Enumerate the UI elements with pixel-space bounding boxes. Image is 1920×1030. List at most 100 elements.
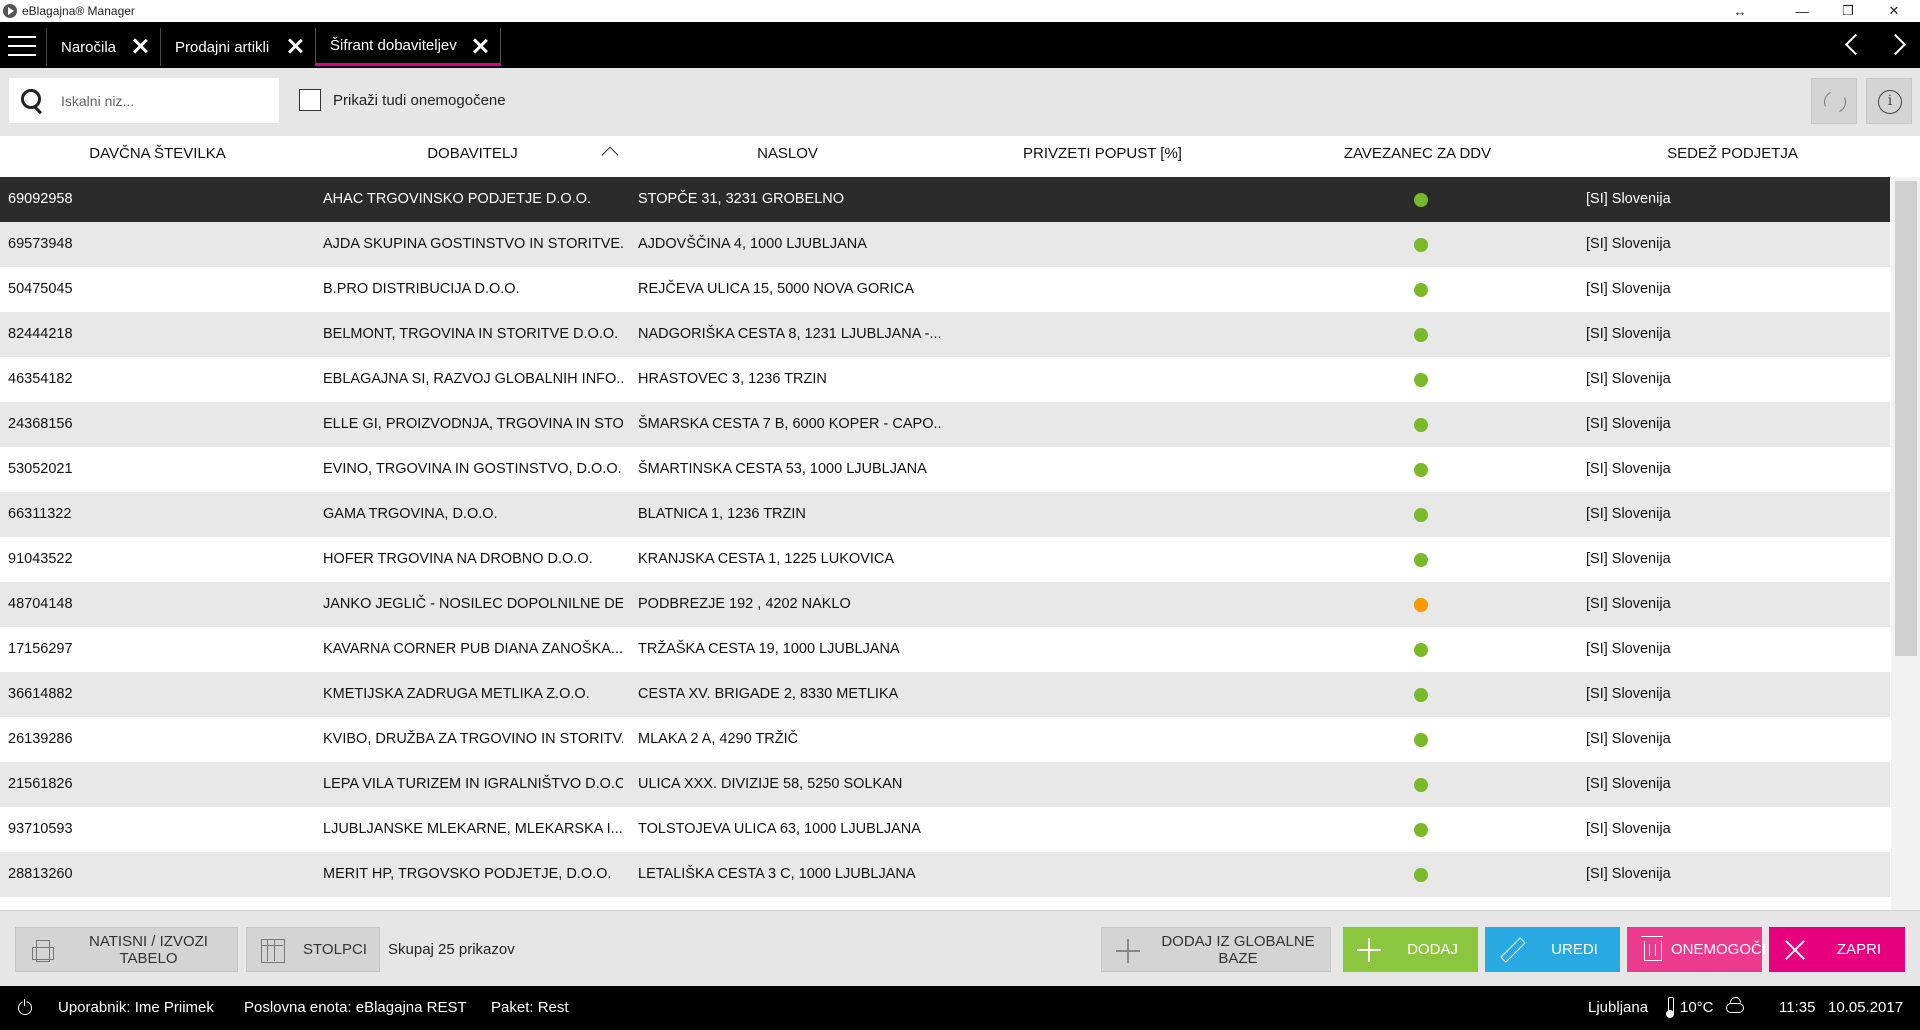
table-row[interactable]: 82444218 BELMONT, TRGOVINA IN STORITVE D.… — [0, 312, 1890, 357]
columns-label: STOLPCI — [303, 941, 367, 958]
column-header-address[interactable]: NASLOV — [630, 136, 945, 176]
cell-discount — [953, 357, 1253, 402]
cell-address: ŠMARTINSKA CESTA 53, 1000 LJUBLJANA — [638, 461, 927, 477]
close-tab-icon[interactable] — [472, 38, 488, 54]
add-from-global-base-label: DODAJ IZ GLOBALNE BAZE — [1161, 932, 1315, 967]
tab-label: Šifrant dobaviteljev — [330, 37, 457, 54]
cell-company-seat: [SI] Slovenija — [1586, 281, 1671, 297]
thermometer-icon — [1666, 997, 1674, 1018]
edit-button[interactable]: UREDI — [1485, 927, 1620, 972]
status-time: 11:35 — [1779, 999, 1816, 1016]
vat-status-indicator — [1414, 238, 1428, 252]
scrollbar-thumb[interactable] — [1895, 181, 1917, 656]
table-row[interactable]: 28813260 MERIT HP, TRGOVSKO PODJETJE, D.O… — [0, 852, 1890, 897]
cell-supplier: KMETIJSKA ZADRUGA METLIKA Z.O.O. — [323, 686, 590, 702]
cell-address: AJDOVŠČINA 4, 1000 LJUBLJANA — [638, 236, 867, 252]
info-icon: i — [1878, 90, 1902, 114]
disable-label: ONEMOGOČI — [1671, 941, 1767, 958]
table-row[interactable]: 93710593 LJUBLJANSKE MLEKARNE, MLEKARSKA … — [0, 807, 1890, 852]
table-header: DAVČNA ŠTEVILKA DOBAVITELJ NASLOV PRIVZE… — [0, 136, 1920, 176]
status-package: Paket: Rest — [491, 999, 569, 1016]
vat-status-indicator — [1414, 508, 1428, 522]
previous-tab-arrow-icon[interactable] — [1842, 34, 1862, 56]
info-button[interactable]: i — [1866, 78, 1912, 124]
cell-tax-number: 66311322 — [8, 506, 72, 522]
cell-supplier: KVIBO, DRUŽBA ZA TRGOVINO IN STORITV... — [323, 731, 623, 747]
cell-tax-number: 93710593 — [8, 821, 73, 837]
cell-tax-number: 53052021 — [8, 461, 73, 477]
tab-sifrant-dobaviteljev[interactable]: Šifrant dobaviteljev — [315, 28, 501, 66]
table-row[interactable]: 69573948 AJDA SKUPINA GOSTINSTVO IN STORI… — [0, 222, 1890, 267]
column-header-company-seat[interactable]: SEDEŽ PODJETJA — [1575, 136, 1890, 176]
close-tab-icon[interactable] — [132, 38, 148, 54]
cell-discount — [953, 537, 1253, 582]
table-row[interactable]: 17156297 KAVARNA CORNER PUB DIANA ZANOŠKA… — [0, 627, 1890, 672]
minimize-button[interactable]: — — [1782, 0, 1822, 22]
show-disabled-checkbox[interactable] — [299, 89, 321, 111]
vat-status-indicator — [1414, 373, 1428, 387]
cell-address: TOLSTOJEVA ULICA 63, 1000 LJUBLJANA — [638, 821, 921, 837]
cell-company-seat: [SI] Slovenija — [1586, 506, 1671, 522]
cell-supplier: GAMA TRGOVINA, D.O.O. — [323, 506, 498, 522]
cell-tax-number: 28813260 — [8, 866, 73, 882]
show-disabled-label: Prikaži tudi onemogočene — [333, 92, 506, 109]
close-window-button[interactable]: ✕ — [1874, 0, 1914, 22]
cell-discount — [953, 852, 1253, 897]
power-icon[interactable] — [18, 999, 32, 1015]
table-row[interactable]: 50475045 B.PRO DISTRIBUCIJA D.O.O. REJČEVA… — [0, 267, 1890, 312]
next-tab-arrow-icon[interactable] — [1888, 34, 1908, 56]
column-header-vat-payer[interactable]: ZAVEZANEC ZA DDV — [1260, 136, 1575, 176]
cell-tax-number: 46354182 — [8, 371, 73, 387]
table-row[interactable]: 48704148 JANKO JEGLIČ - NOSILEC DOPOLNILN… — [0, 582, 1890, 627]
cell-discount — [953, 627, 1253, 672]
cell-supplier: KAVARNA CORNER PUB DIANA ZANOŠKA... — [323, 641, 623, 657]
table-row[interactable]: 66311322 GAMA TRGOVINA, D.O.O. BLATNICA 1,… — [0, 492, 1890, 537]
restore-button[interactable]: ❐ — [1828, 0, 1868, 22]
add-button[interactable]: DODAJ — [1343, 927, 1478, 972]
table-row[interactable]: 26139286 KVIBO, DRUŽBA ZA TRGOVINO IN STO… — [0, 717, 1890, 762]
tab-narocila[interactable]: Naročila — [46, 28, 160, 66]
close-button[interactable]: ZAPRI — [1769, 927, 1905, 972]
table-row[interactable]: 91043522 HOFER TRGOVINA NA DROBNO D.O.O. K… — [0, 537, 1890, 582]
column-header-supplier[interactable]: DOBAVITELJ — [315, 136, 630, 176]
vat-status-indicator — [1414, 868, 1428, 882]
cell-company-seat: [SI] Slovenija — [1586, 551, 1671, 567]
vat-status-indicator — [1414, 463, 1428, 477]
table-row[interactable]: 36614882 KMETIJSKA ZADRUGA METLIKA Z.O.O.… — [0, 672, 1890, 717]
cell-company-seat: [SI] Slovenija — [1586, 416, 1671, 432]
action-bar: NATISNI / IZVOZI TABELO STOLPCI Skupaj 2… — [0, 910, 1920, 986]
plus-icon — [1116, 939, 1140, 963]
disable-button[interactable]: ONEMOGOČI — [1627, 927, 1767, 972]
table-row[interactable]: 69092958 AHAC TRGOVINSKO PODJETJE D.O.O. S… — [0, 177, 1890, 222]
columns-button[interactable]: STOLPCI — [246, 927, 380, 972]
search-input[interactable] — [61, 78, 271, 123]
cell-company-seat: [SI] Slovenija — [1586, 731, 1671, 747]
add-from-global-base-button[interactable]: DODAJ IZ GLOBALNE BAZE — [1101, 927, 1331, 972]
refresh-button[interactable] — [1811, 78, 1857, 124]
print-export-label: NATISNI / IZVOZI TABELO — [89, 932, 208, 967]
menu-icon[interactable] — [8, 36, 36, 56]
table-row[interactable]: 46354182 EBLAGAJNA SI, RAZVOJ GLOBALNIH I… — [0, 357, 1890, 402]
table-row[interactable]: 53052021 EVINO, TRGOVINA IN GOSTINSTVO, D… — [0, 447, 1890, 492]
cell-discount — [953, 312, 1253, 357]
tab-prodajni-artikli[interactable]: Prodajni artikli — [160, 28, 315, 66]
close-tab-icon[interactable] — [287, 38, 303, 54]
vat-status-indicator — [1414, 328, 1428, 342]
cell-company-seat: [SI] Slovenija — [1586, 686, 1671, 702]
cell-company-seat: [SI] Slovenija — [1586, 776, 1671, 792]
cell-supplier: JANKO JEGLIČ - NOSILEC DOPOLNILNE DE... — [323, 596, 623, 612]
refresh-icon — [1820, 87, 1850, 117]
vertical-scrollbar[interactable] — [1891, 177, 1920, 910]
edit-label: UREDI — [1551, 941, 1598, 958]
columns-icon — [261, 939, 285, 963]
resize-icon[interactable]: ↔ — [1720, 0, 1760, 22]
column-header-tax-number[interactable]: DAVČNA ŠTEVILKA — [0, 136, 315, 176]
table-row[interactable]: 21561826 LEPA VILA TURIZEM IN IGRALNIŠTVO… — [0, 762, 1890, 807]
tab-label: Naročila — [61, 38, 117, 56]
pencil-icon — [1499, 938, 1523, 962]
table-row[interactable]: 24368156 ELLE GI, PROIZVODNJA, TRGOVINA I… — [0, 402, 1890, 447]
cell-supplier: LEPA VILA TURIZEM IN IGRALNIŠTVO D.O.O. — [323, 776, 623, 792]
print-export-button[interactable]: NATISNI / IZVOZI TABELO — [15, 927, 238, 972]
column-header-discount[interactable]: PRIVZETI POPUST [%] — [945, 136, 1260, 176]
search-box — [9, 78, 279, 123]
